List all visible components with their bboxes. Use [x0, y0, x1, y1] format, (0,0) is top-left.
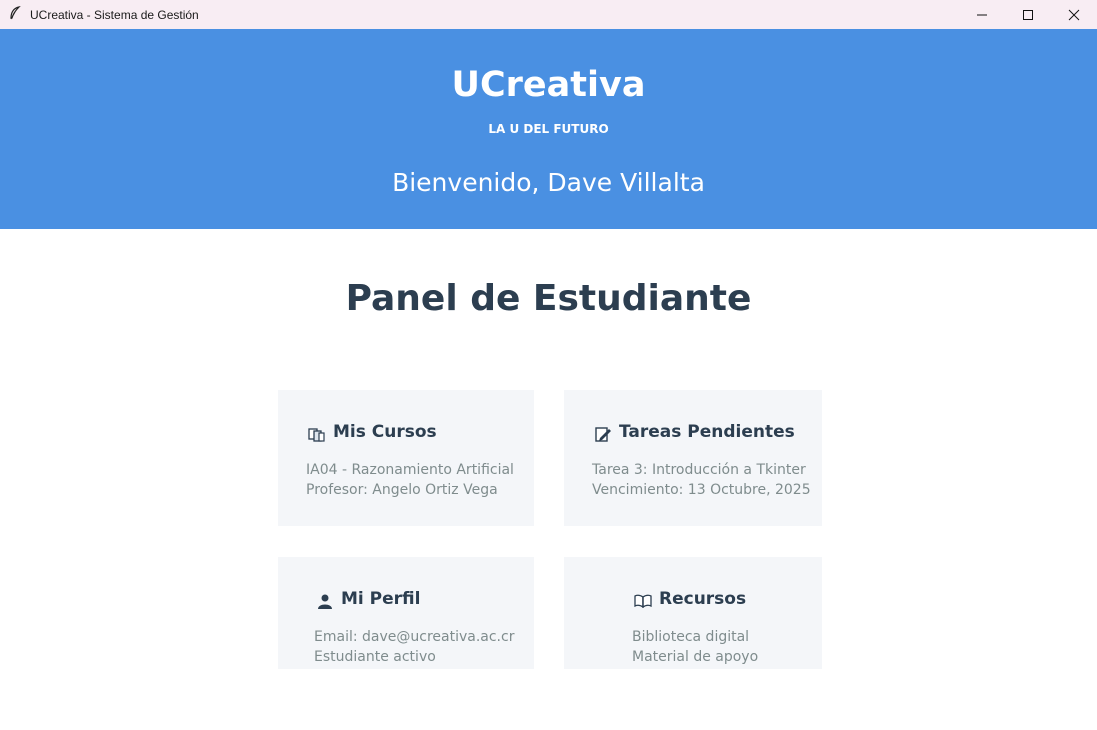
- card-recursos[interactable]: Recursos Biblioteca digital Material de …: [564, 557, 822, 669]
- card-line: Profesor: Angelo Ortiz Vega: [306, 482, 498, 498]
- minimize-button[interactable]: [959, 0, 1005, 29]
- welcome-message: Bienvenido, Dave Villalta: [392, 168, 705, 197]
- card-line: Tarea 3: Introducción a Tkinter: [592, 462, 806, 478]
- window-titlebar: UCreativa - Sistema de Gestión: [0, 0, 1097, 29]
- window-controls: [959, 0, 1097, 29]
- card-line: Biblioteca digital: [632, 629, 750, 645]
- close-icon: [1068, 9, 1080, 20]
- books-icon: [306, 424, 328, 444]
- page-title: Panel de Estudiante: [345, 278, 752, 319]
- header-banner: UCreativa LA U DEL FUTURO Bienvenido, Da…: [0, 29, 1097, 229]
- user-icon: [314, 591, 336, 611]
- card-tareas-pendientes[interactable]: Tareas Pendientes Tarea 3: Introducción …: [564, 390, 822, 526]
- card-line: Vencimiento: 13 Octubre, 2025: [592, 482, 811, 498]
- card-title: Tareas Pendientes: [619, 422, 795, 442]
- card-line: Material de apoyo: [632, 649, 759, 665]
- card-title: Mi Perfil: [341, 589, 421, 609]
- card-mi-perfil[interactable]: Mi Perfil Email: dave@ucreativa.ac.cr Es…: [278, 557, 534, 669]
- brand-tagline: LA U DEL FUTURO: [488, 122, 609, 136]
- open-book-icon: [632, 591, 654, 611]
- minimize-icon: [977, 14, 987, 15]
- card-line: IA04 - Razonamiento Artificial: [306, 462, 514, 478]
- maximize-icon: [1023, 9, 1033, 20]
- card-line: Estudiante activo: [314, 649, 436, 665]
- brand-title: UCreativa: [451, 65, 646, 105]
- window-title: UCreativa - Sistema de Gestión: [30, 7, 199, 22]
- card-line: Email: dave@ucreativa.ac.cr: [314, 629, 515, 645]
- close-button[interactable]: [1051, 0, 1097, 29]
- feather-icon: [0, 5, 30, 24]
- card-title: Mis Cursos: [333, 422, 437, 442]
- card-mis-cursos[interactable]: Mis Cursos IA04 - Razonamiento Artificia…: [278, 390, 534, 526]
- maximize-button[interactable]: [1005, 0, 1051, 29]
- card-title: Recursos: [659, 589, 747, 609]
- edit-document-icon: [592, 424, 614, 444]
